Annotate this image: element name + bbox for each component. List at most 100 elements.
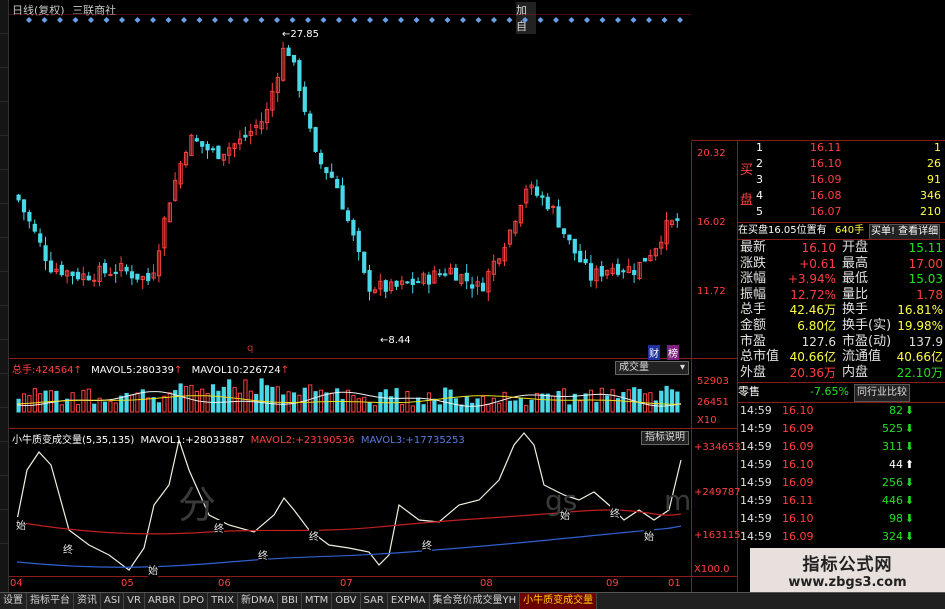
tick-price: 16.10 (782, 512, 814, 525)
watermark-left: 分 (178, 483, 217, 527)
quote-value: 40.66亿 (896, 350, 943, 365)
order-book-row: 2 16.10 26 (738, 156, 945, 172)
candle-body (70, 271, 75, 276)
candle-body (345, 210, 351, 221)
event-diamond (258, 17, 265, 23)
event-diamond (336, 17, 342, 23)
event-diamond (150, 17, 156, 23)
event-diamond (584, 17, 590, 23)
volume-bar (113, 402, 118, 413)
candle-body (621, 270, 626, 273)
price-label-low: 11.72 (697, 286, 726, 297)
event-diamond (119, 17, 125, 23)
quote-value: 42.46万 (789, 303, 836, 318)
tab-15[interactable]: 小牛质变成交量 (520, 593, 598, 609)
event-diamond (630, 17, 637, 23)
tab-7[interactable]: TRIX (208, 593, 239, 609)
volume-bar (524, 405, 529, 413)
left-toolbar-strip[interactable] (0, 0, 9, 592)
industry-compare-button[interactable]: 同行业比较 (854, 384, 910, 402)
tab-5[interactable]: ARBR (145, 593, 180, 609)
candle-body (351, 220, 356, 236)
ind-axis-4: X100.0 (694, 564, 730, 575)
candle-body (453, 267, 459, 281)
candle-body (48, 260, 54, 273)
tab-4[interactable]: VR (124, 593, 145, 609)
tick-row: 14:59 16.10 82 ⬇ (740, 403, 945, 419)
candle-body (367, 270, 372, 292)
tick-time: 14:59 (740, 494, 772, 507)
tab-9[interactable]: BBI (278, 593, 302, 609)
event-diamond (537, 17, 544, 23)
volume-bar (167, 392, 172, 413)
volume-bar (669, 389, 675, 413)
candle-body (92, 279, 97, 282)
level-volume: 91 (927, 173, 941, 186)
volume-bar (675, 391, 680, 413)
volume-bar (108, 400, 113, 413)
candle-body (16, 194, 21, 201)
candle-body (394, 280, 399, 287)
volume-bar (491, 397, 496, 413)
candle-body (340, 185, 345, 210)
volume-bar (664, 385, 669, 413)
vol-axis-2: 26451 (697, 397, 729, 408)
candle-body (464, 272, 469, 282)
candle-body (470, 284, 475, 289)
tab-8[interactable]: 新DMA (238, 593, 279, 609)
event-diamond (382, 17, 389, 23)
tab-11[interactable]: OBV (332, 593, 361, 609)
quote-label: 内盘 (842, 364, 869, 380)
tab-1[interactable]: 指标平台 (27, 593, 74, 609)
event-diamond (429, 17, 435, 23)
volume-bar (545, 393, 550, 413)
order-book-row: 1 16.11 1 (738, 140, 945, 156)
tab-13[interactable]: EXPMA (388, 593, 430, 609)
event-diamond (367, 17, 373, 23)
tab-12[interactable]: SAR (361, 593, 388, 609)
candle-body (356, 230, 361, 252)
tab-6[interactable]: DPO (180, 593, 209, 609)
tick-price: 16.09 (782, 422, 814, 435)
candle-body (540, 195, 545, 198)
candle-body (75, 271, 81, 280)
volume-bar (529, 399, 534, 413)
tab-3[interactable]: ASI (101, 593, 125, 609)
indicator-explain-button[interactable]: 指标说明 (641, 431, 689, 445)
order-detail-button[interactable]: 买单! 查看详细 (869, 224, 941, 240)
arrow-down-icon: ⬇ (904, 476, 914, 489)
volume-bar (254, 393, 259, 413)
ranking-badge[interactable]: 榜 (667, 345, 679, 360)
volume-bar (659, 390, 664, 413)
tick-volume: 311 (882, 440, 903, 453)
volume-bar (318, 389, 324, 413)
quote-label: 市盈 (740, 333, 767, 349)
volume-bar (119, 395, 124, 413)
tick-price: 16.09 (782, 440, 814, 453)
indicator-event-label: 终 (309, 528, 319, 543)
finance-badge[interactable]: 财 (648, 345, 660, 360)
event-diamond (305, 17, 311, 23)
quote-value: 16.10 (801, 241, 836, 255)
volume-bar (210, 384, 216, 413)
tab-2[interactable]: 资讯 (74, 593, 101, 609)
tab-0[interactable]: 设置 (0, 593, 27, 609)
tick-volume: 44 (889, 458, 903, 471)
candle-body (545, 196, 550, 210)
volume-bar (534, 392, 540, 413)
candle-body (561, 228, 567, 235)
volume-bar (448, 389, 453, 413)
date-tick: 05 (121, 578, 134, 589)
tick-price: 16.11 (782, 494, 814, 507)
volume-bar (518, 397, 523, 413)
candle-body (383, 280, 388, 292)
volume-bar (75, 404, 81, 413)
tab-14[interactable]: 集合竞价成交量YH (430, 593, 521, 609)
quote-label: 最新 (740, 240, 767, 255)
volume-selector[interactable]: 成交量 ▾ (615, 361, 689, 375)
candle-body (38, 233, 43, 243)
tab-10[interactable]: MTM (302, 593, 333, 609)
watermark-right: m (664, 484, 692, 517)
quote-value: 1.78 (916, 287, 943, 302)
quote-label: 流通值 (842, 349, 882, 365)
